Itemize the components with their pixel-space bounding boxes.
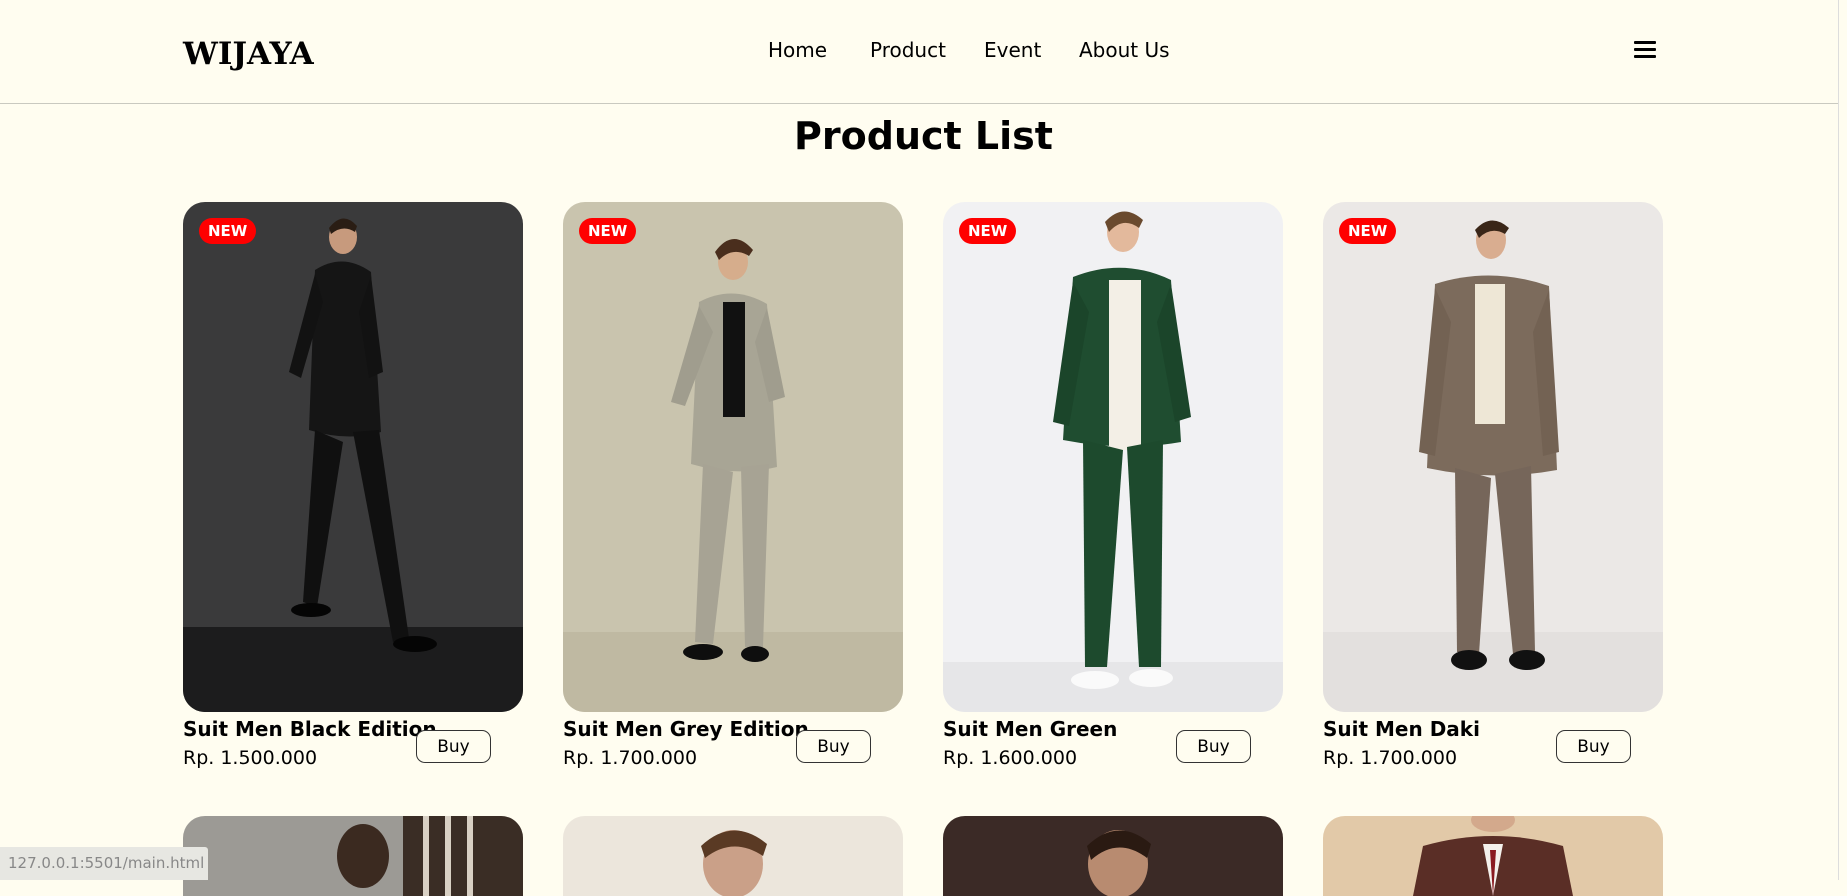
product-price: Rp. 1.700.000: [563, 747, 698, 769]
buy-button[interactable]: Buy: [1176, 730, 1251, 763]
product-name: Suit Men Daki: [1323, 717, 1480, 741]
new-badge: NEW: [959, 218, 1017, 244]
product-image[interactable]: [563, 816, 903, 896]
new-badge: NEW: [199, 218, 257, 244]
nav-link-event[interactable]: Event: [984, 38, 1041, 62]
buy-button[interactable]: Buy: [416, 730, 491, 763]
product-name: Suit Men Grey Edition: [563, 717, 809, 741]
product-card: NEW Suit Men Black Edition Rp. 1.500.000…: [183, 202, 523, 769]
nav-link-about-us[interactable]: About Us: [1079, 38, 1170, 62]
product-price: Rp. 1.700.000: [1323, 747, 1458, 769]
status-bar-url: 127.0.0.1:5501/main.html: [0, 847, 208, 880]
product-card: NEW Suit Men Grey Edition Rp. 1.700.000 …: [563, 202, 903, 769]
new-badge: NEW: [579, 218, 637, 244]
nav-link-home[interactable]: Home: [768, 38, 827, 62]
page-title: Product List: [794, 114, 1053, 158]
navbar: WIJAYA Home Product Event About Us: [0, 0, 1847, 104]
product-image[interactable]: NEW: [183, 202, 523, 712]
product-image[interactable]: [943, 816, 1283, 896]
buy-button[interactable]: Buy: [1556, 730, 1631, 763]
product-card: NEW Suit Men Green Rp. 1.600.000 Buy: [943, 202, 1283, 769]
product-card: NEW Suit Men Daki Rp. 1.700.000 Buy: [1323, 202, 1663, 769]
product-price: Rp. 1.600.000: [943, 747, 1078, 769]
hamburger-icon[interactable]: [1634, 41, 1656, 59]
product-image[interactable]: [1323, 816, 1663, 896]
product-image[interactable]: NEW: [1323, 202, 1663, 712]
product-image[interactable]: NEW: [943, 202, 1283, 712]
buy-button[interactable]: Buy: [796, 730, 871, 763]
scrollbar[interactable]: [1838, 0, 1847, 880]
product-name: Suit Men Green: [943, 717, 1118, 741]
product-image[interactable]: NEW: [563, 202, 903, 712]
nav-link-product[interactable]: Product: [870, 38, 946, 62]
product-name: Suit Men Black Edition: [183, 717, 437, 741]
new-badge: NEW: [1339, 218, 1397, 244]
nav-links: Home Product Event About Us: [0, 38, 1847, 68]
product-image[interactable]: [183, 816, 523, 896]
product-price: Rp. 1.500.000: [183, 747, 318, 769]
